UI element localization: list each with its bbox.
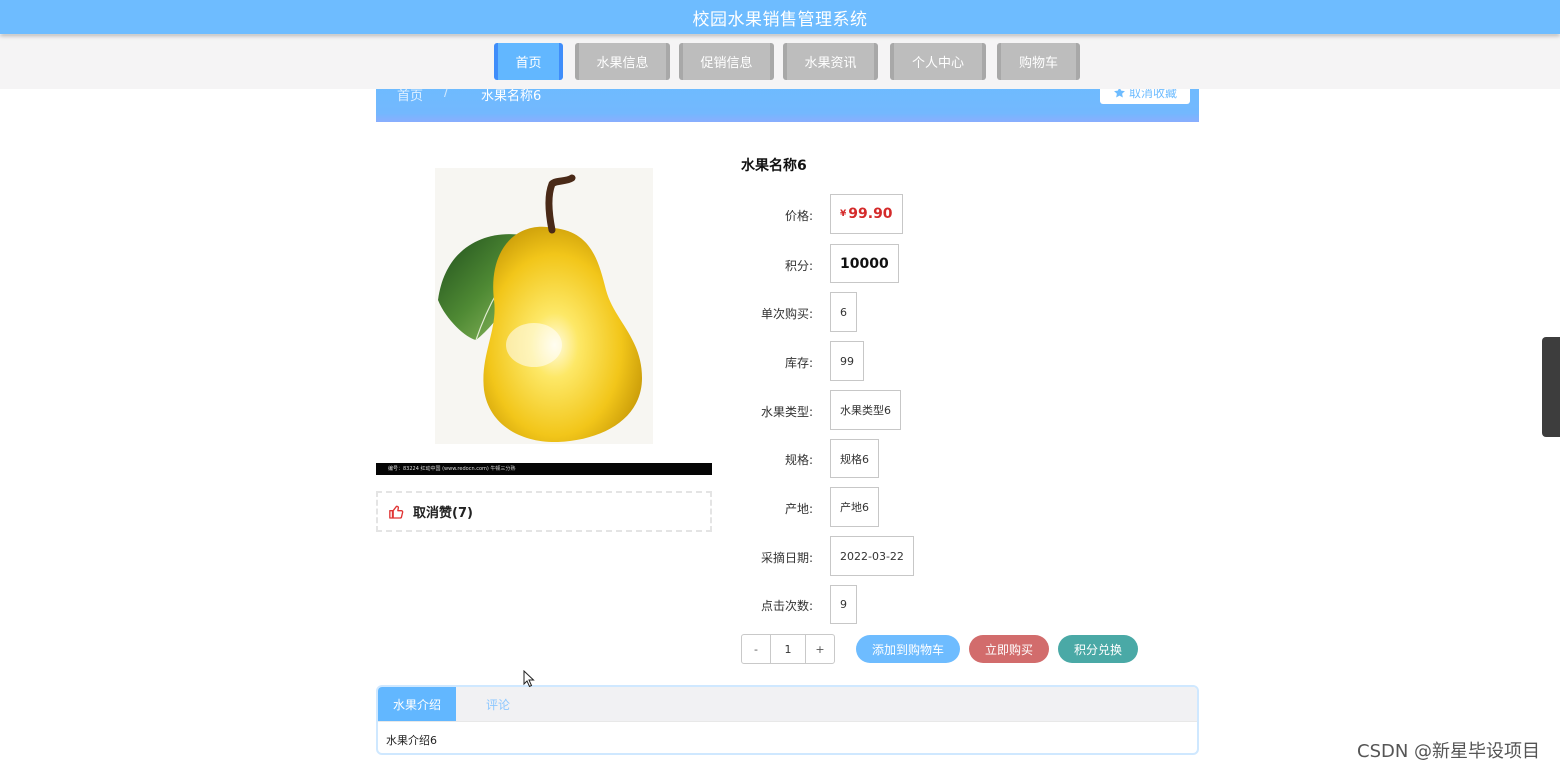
product-image: 编号：83224 红动中国 (www.redocn.com) 牛顿三分熟	[376, 150, 712, 475]
fruit-type-value: 水果类型6	[830, 390, 901, 430]
points-value: 10000	[830, 244, 899, 283]
product-name: 水果名称6	[741, 158, 807, 174]
quantity-decrease-button[interactable]: -	[742, 635, 770, 663]
like-label: 取消赞(7)	[413, 506, 473, 521]
top-header-bar: 校园水果销售管理系统	[0, 0, 1560, 34]
tab-content: 水果介绍6	[378, 721, 1197, 753]
spec-value: 规格6	[830, 439, 879, 478]
pick-date-value: 2022-03-22	[830, 536, 914, 576]
quantity-input[interactable]: 1	[770, 635, 806, 663]
clicks-value: 9	[830, 585, 857, 624]
pick-date-label: 采摘日期:	[760, 551, 813, 565]
price-label: 价格:	[784, 209, 813, 223]
nav-item-home[interactable]: 首页	[494, 43, 563, 80]
tab-fruit-intro[interactable]: 水果介绍	[378, 687, 456, 721]
per-purchase-label: 单次购买:	[760, 307, 813, 321]
price-amount: 99.90	[848, 206, 893, 222]
nav-item-fruit-news[interactable]: 水果资讯	[783, 43, 878, 80]
clicks-label: 点击次数:	[760, 599, 813, 613]
watermark: CSDN @新星毕设项目	[1357, 741, 1541, 762]
detail-tabs-panel: 水果介绍 评论 水果介绍6	[376, 685, 1199, 755]
buy-now-button[interactable]: 立即购买	[969, 635, 1049, 663]
fruit-type-label: 水果类型:	[760, 405, 813, 419]
nav-item-fruit-info[interactable]: 水果信息	[575, 43, 670, 80]
site-title: 校园水果销售管理系统	[692, 9, 868, 30]
add-to-cart-button[interactable]: 添加到购物车	[856, 635, 960, 663]
stock-label: 库存:	[784, 356, 813, 370]
nav-item-cart[interactable]: 购物车	[997, 43, 1080, 80]
quantity-stepper: - 1 +	[741, 634, 835, 664]
tab-header: 水果介绍 评论	[378, 687, 1197, 721]
stock-value: 99	[830, 341, 864, 381]
origin-label: 产地:	[784, 502, 813, 516]
origin-value: 产地6	[830, 487, 879, 527]
thumbs-up-icon	[389, 505, 404, 519]
main-navigation: 首页 水果信息 促销信息 水果资讯 个人中心 购物车	[0, 35, 1560, 89]
quantity-increase-button[interactable]: +	[806, 635, 834, 663]
points-exchange-button[interactable]: 积分兑换	[1058, 635, 1138, 663]
price-value: ¥ 99.90	[830, 194, 903, 234]
points-label: 积分:	[784, 259, 813, 273]
like-toggle[interactable]: 取消赞(7)	[376, 491, 712, 532]
pear-image	[435, 168, 653, 444]
side-floating-tab[interactable]	[1542, 337, 1560, 437]
mouse-cursor-icon	[523, 670, 535, 688]
nav-item-promotions[interactable]: 促销信息	[679, 43, 774, 80]
image-caption: 编号：83224 红动中国 (www.redocn.com) 牛顿三分熟	[376, 463, 712, 475]
spec-label: 规格:	[784, 453, 813, 467]
tab-comments[interactable]: 评论	[458, 687, 538, 721]
per-purchase-value: 6	[830, 292, 857, 332]
nav-item-personal-center[interactable]: 个人中心	[890, 43, 986, 80]
currency-symbol: ¥	[840, 209, 847, 219]
